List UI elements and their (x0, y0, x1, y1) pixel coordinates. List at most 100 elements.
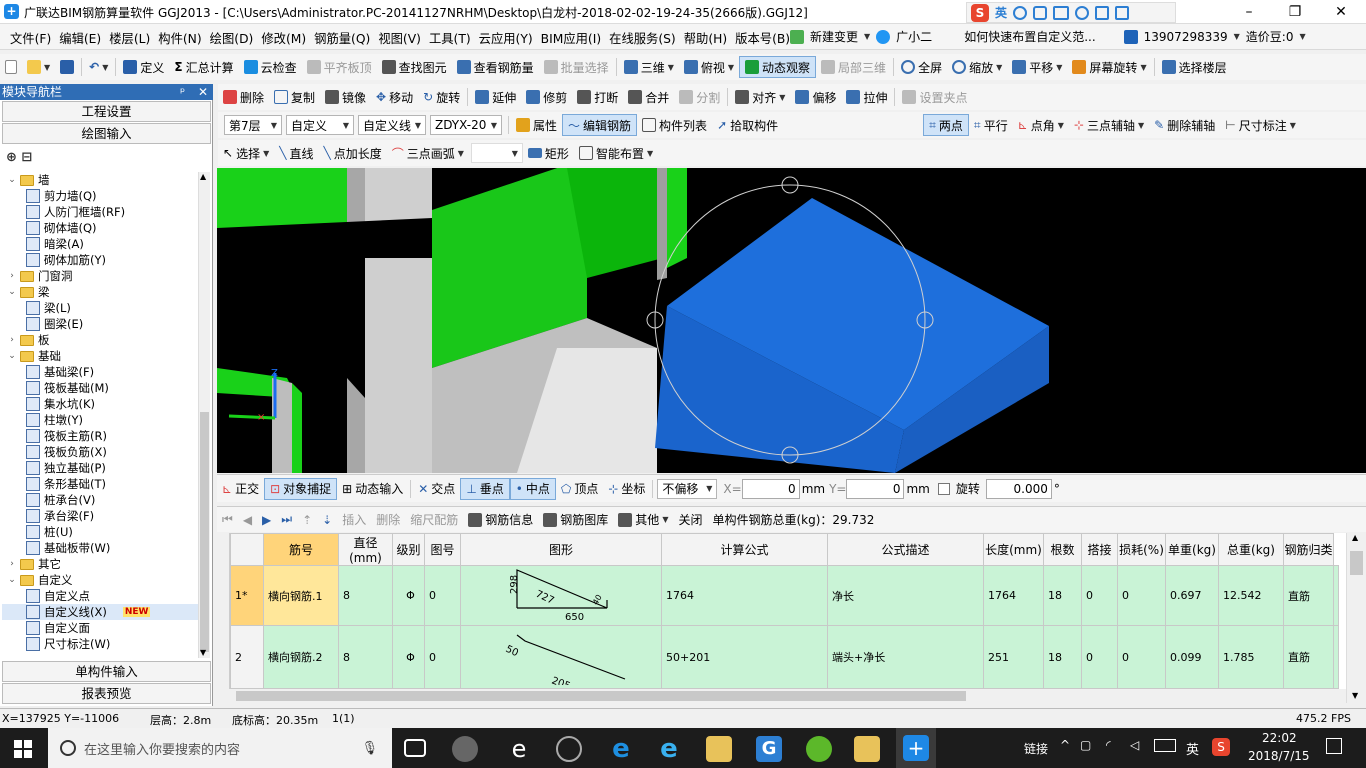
tree-item[interactable]: 人防门框墙(RF) (2, 204, 198, 220)
menu-item-8[interactable]: 工具(T) (425, 29, 475, 47)
ortho-button[interactable]: ⊾ 正交 (217, 478, 264, 500)
expand-icon[interactable]: › (6, 335, 18, 345)
cell-formula[interactable]: 50+201 (661, 625, 828, 689)
cell-unit[interactable]: 0.099 (1165, 625, 1219, 689)
tree-item[interactable]: 独立基础(P) (2, 460, 198, 476)
vertex-button[interactable]: ⬠ 顶点 (556, 478, 603, 500)
orbit-button[interactable]: 动态观察 (739, 56, 817, 78)
ime-lang[interactable]: 英 (995, 4, 1007, 21)
menu-item-4[interactable]: 绘图(D) (206, 29, 258, 47)
tree-item[interactable]: 柱墩(Y) (2, 412, 198, 428)
question-link[interactable]: 如何快速布置自定义范... (964, 28, 1095, 45)
edge-icon[interactable]: e (506, 736, 532, 762)
perpendicular-button[interactable]: ⊥ 垂点 (460, 477, 510, 500)
drawing-input-button[interactable]: 绘图输入 (2, 123, 211, 144)
column-header[interactable]: 图形 (460, 533, 662, 566)
arc-mode-select[interactable]: ▼ (470, 143, 523, 163)
attribute-button[interactable]: 属性 (511, 114, 562, 136)
column-header[interactable]: 搭接 (1081, 533, 1118, 566)
other-button[interactable]: 其他 ▼ (613, 509, 673, 531)
delete-button[interactable]: 删除 (218, 86, 269, 108)
cell-cat[interactable]: 直筋 (1283, 565, 1334, 626)
point-length-button[interactable]: ╲ 点加长度 (318, 142, 386, 164)
cell-total[interactable]: 12.542 (1218, 565, 1284, 626)
fullscreen-button[interactable]: 全屏 (896, 56, 947, 78)
cell-name[interactable]: 横向钢筋.1 (263, 565, 339, 626)
cell-fig[interactable]: 0 (424, 625, 461, 689)
point-angle-button[interactable]: ⊾ 点角 ▼ (1013, 114, 1069, 136)
sogou-icon[interactable]: S (971, 3, 989, 22)
tree-item[interactable]: 砌体加筋(Y) (2, 252, 198, 268)
mirror-button[interactable]: 镜像 (320, 86, 371, 108)
menu-item-13[interactable]: 版本号(B) (731, 29, 794, 47)
summary-calc-button[interactable]: Σ 汇总计算 (169, 56, 238, 78)
intersection-button[interactable]: ✕ 交点 (413, 478, 460, 500)
minimize-button[interactable]: – (1226, 0, 1272, 24)
table-row[interactable]: 1* 横向钢筋.1 8 Φ 0 298 727 650 40 1764 净长 1764 18 0 0 0.69… (230, 565, 1339, 626)
midpoint-button[interactable]: • 中点 (509, 477, 556, 500)
cell-loss[interactable]: 0 (1117, 565, 1166, 626)
shape-cell[interactable]: 298 727 650 40 (460, 565, 662, 626)
local-3d-button[interactable]: 局部三维 (816, 56, 891, 78)
tree-item[interactable]: 桩承台(V) (2, 492, 198, 508)
sogou-tray-icon[interactable]: S (1212, 738, 1230, 756)
trim-button[interactable]: 修剪 (521, 86, 572, 108)
expand-icon[interactable]: › (6, 559, 18, 569)
report-preview-button[interactable]: 报表预览 (2, 683, 211, 704)
cell-total[interactable]: 1.785 (1218, 625, 1284, 689)
tray-up-icon[interactable]: ^ (1060, 738, 1070, 752)
save-icon[interactable] (55, 56, 79, 78)
object-snap-button[interactable]: ⊡ 对象捕捉 (264, 477, 338, 500)
cell-len[interactable]: 251 (983, 625, 1044, 689)
tree-scrollbar[interactable]: ▲ ▼ (198, 172, 210, 658)
cell-lap[interactable]: 0 (1081, 565, 1118, 626)
tree-item[interactable]: ⌄ 梁 (2, 284, 198, 300)
user-icon[interactable] (1075, 5, 1090, 20)
tree-item[interactable]: 桩(U) (2, 524, 198, 540)
split-button[interactable]: 分割 (674, 86, 725, 108)
move-button[interactable]: ✥ 移动 (371, 86, 418, 108)
menu-item-6[interactable]: 钢筋量(Q) (310, 29, 374, 47)
tree-item[interactable]: › 其它 (2, 556, 198, 572)
move-up-icon[interactable]: ⇡ (297, 509, 317, 531)
copy-button[interactable]: 复制 (269, 86, 320, 108)
offset-mode-select[interactable]: 不偏移 ▼ (657, 478, 718, 499)
tree-item[interactable]: 基础板带(W) (2, 540, 198, 556)
dynamic-input-button[interactable]: ⊞ 动态输入 (337, 478, 408, 500)
tree-item[interactable]: 圈梁(E) (2, 316, 198, 332)
tree-item[interactable]: 筏板负筋(X) (2, 444, 198, 460)
close-button[interactable]: ✕ (1318, 0, 1364, 24)
menu-item-10[interactable]: BIM应用(I) (537, 29, 606, 47)
column-header[interactable]: 单重(kg) (1165, 533, 1219, 566)
three-point-aux-button[interactable]: ⊹ 三点辅轴 ▼ (1069, 114, 1149, 136)
type-select[interactable]: 自定义 ▼ (286, 115, 354, 135)
ime-toolbar[interactable]: S 英 (966, 2, 1176, 23)
tree-item[interactable]: 尺寸标注(W) (2, 636, 198, 652)
cell-loss[interactable]: 0 (1117, 625, 1166, 689)
volume-icon[interactable]: ◁ (1130, 738, 1139, 752)
expand-collapse-icons[interactable]: ⊕ ⊟ (6, 150, 32, 165)
ie-icon[interactable]: e (656, 736, 682, 762)
single-component-input-button[interactable]: 单构件输入 (2, 661, 211, 682)
menu-item-2[interactable]: 楼层(L) (105, 29, 154, 47)
cell-name[interactable]: 横向钢筋.2 (263, 625, 339, 689)
new-icon[interactable] (0, 56, 22, 78)
panel-close-icon[interactable]: ✕ (198, 84, 208, 100)
screen-rotate-button[interactable]: 屏幕旋转 ▼ (1067, 56, 1151, 78)
cell-len[interactable]: 1764 (983, 565, 1044, 626)
code-select[interactable]: ZDYX-20 ▼ (430, 115, 502, 135)
rectangle-tool-button[interactable]: 矩形 (523, 142, 574, 164)
cell-cat[interactable]: 直筋 (1283, 625, 1334, 689)
tree-item[interactable]: 集水坑(K) (2, 396, 198, 412)
cell-count[interactable]: 18 (1043, 565, 1082, 626)
column-header[interactable]: 钢筋归类 (1283, 533, 1334, 566)
close-panel-button[interactable]: 关闭 (673, 509, 707, 531)
cell-fig[interactable]: 0 (424, 565, 461, 626)
cell-lap[interactable]: 0 (1081, 625, 1118, 689)
x-input[interactable]: 0 (741, 478, 800, 499)
align-slab-top-button[interactable]: 平齐板顶 (302, 56, 377, 78)
cell-dia[interactable]: 8 (338, 625, 393, 689)
collapse-icon[interactable]: ⌄ (6, 287, 18, 297)
edit-rebar-button[interactable]: 〜编辑钢筋 (562, 114, 638, 136)
prev-icon[interactable]: ◀ (238, 509, 257, 531)
